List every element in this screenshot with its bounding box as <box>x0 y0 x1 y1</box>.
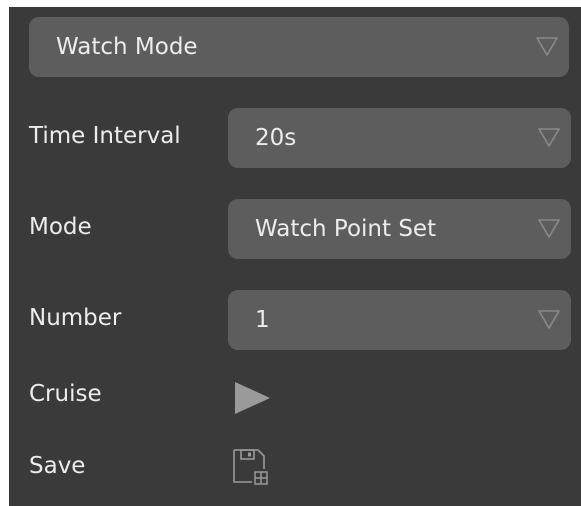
watch-mode-select-value: Watch Mode <box>56 34 198 60</box>
number-label: Number <box>29 305 122 331</box>
time-interval-label: Time Interval <box>29 123 181 149</box>
mode-label: Mode <box>29 214 92 240</box>
time-interval-value: 20s <box>255 125 297 151</box>
play-icon[interactable] <box>233 380 273 416</box>
chevron-down-icon <box>538 219 560 238</box>
time-interval-select[interactable]: 20s <box>228 108 571 168</box>
save-label: Save <box>29 453 86 479</box>
watch-settings-panel: Watch Mode Time Interval 20s Mode Watch … <box>9 7 581 506</box>
chevron-down-icon <box>538 128 560 147</box>
mode-value: Watch Point Set <box>255 216 437 242</box>
cruise-label: Cruise <box>29 381 102 407</box>
mode-select[interactable]: Watch Point Set <box>228 199 571 259</box>
watch-mode-select[interactable]: Watch Mode <box>29 17 569 77</box>
chevron-down-icon <box>536 37 558 56</box>
chevron-down-icon <box>538 310 560 329</box>
number-select[interactable]: 1 <box>228 290 571 350</box>
save-icon[interactable] <box>231 447 271 487</box>
number-value: 1 <box>255 307 270 333</box>
